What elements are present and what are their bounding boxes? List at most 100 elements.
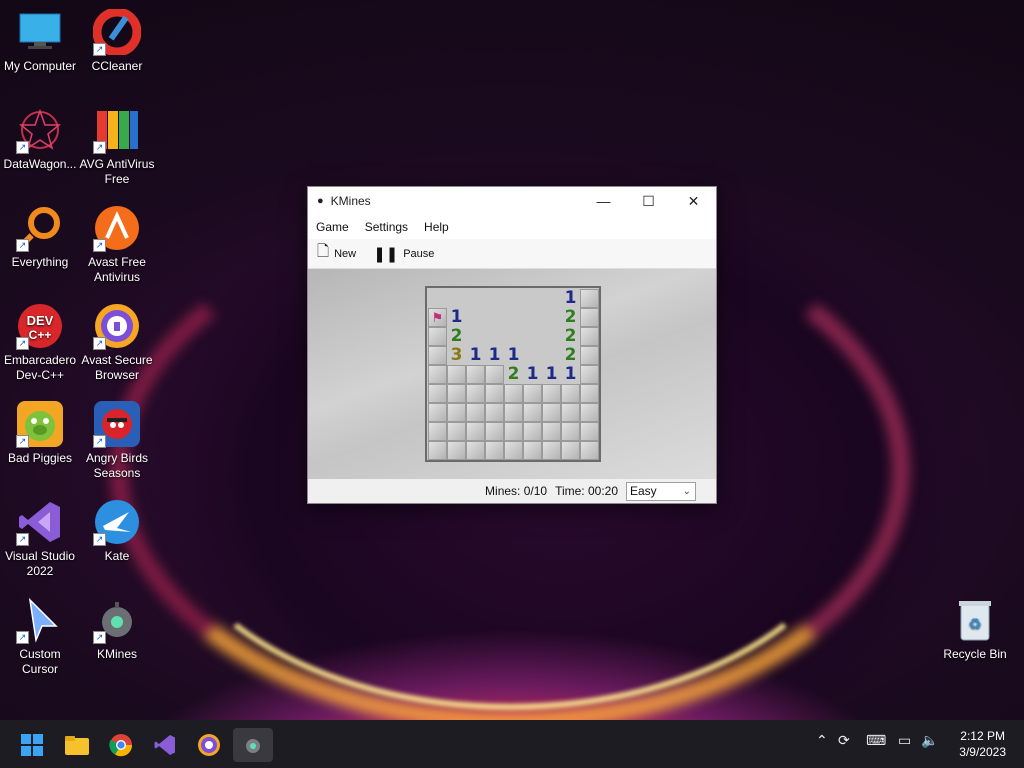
mine-cell-covered[interactable] bbox=[504, 422, 523, 441]
mine-cell-empty[interactable] bbox=[523, 308, 542, 327]
desktop-icon-kmines[interactable]: ↗ KMines bbox=[77, 596, 157, 686]
taskbar-chrome[interactable] bbox=[101, 728, 141, 762]
mine-cell-number[interactable]: 2 bbox=[561, 308, 580, 327]
mine-cell-covered[interactable] bbox=[580, 441, 599, 460]
mine-cell-number[interactable]: 3 bbox=[447, 346, 466, 365]
mine-cell-covered[interactable] bbox=[485, 422, 504, 441]
close-button[interactable]: ✕ bbox=[671, 187, 716, 215]
mine-cell-covered[interactable] bbox=[466, 422, 485, 441]
taskbar-visual-studio[interactable] bbox=[145, 728, 185, 762]
chevron-up-icon[interactable]: ⌃ bbox=[816, 732, 828, 749]
pause-button[interactable]: ❚❚ Pause bbox=[373, 245, 434, 263]
mine-cell-covered[interactable] bbox=[466, 365, 485, 384]
mine-cell-empty[interactable] bbox=[466, 289, 485, 308]
mine-cell-empty[interactable] bbox=[466, 308, 485, 327]
mine-cell-covered[interactable] bbox=[561, 403, 580, 422]
mine-cell-covered[interactable] bbox=[428, 327, 447, 346]
mine-cell-covered[interactable] bbox=[580, 384, 599, 403]
mine-cell-empty[interactable] bbox=[523, 346, 542, 365]
mine-cell-covered[interactable] bbox=[428, 441, 447, 460]
mine-cell-empty[interactable] bbox=[523, 327, 542, 346]
mine-cell-covered[interactable] bbox=[523, 422, 542, 441]
desktop-icon-datawagon[interactable]: ↗ DataWagon... bbox=[0, 106, 80, 196]
desktop-icon-angry-birds[interactable]: ↗ Angry Birds Seasons bbox=[77, 400, 157, 490]
mine-cell-covered[interactable] bbox=[504, 441, 523, 460]
new-game-button[interactable]: 🗋 New bbox=[317, 241, 356, 266]
mine-cell-covered[interactable] bbox=[504, 384, 523, 403]
mine-cell-flagged[interactable]: ⚑ bbox=[428, 308, 447, 327]
maximize-button[interactable]: ☐ bbox=[626, 187, 671, 215]
minimize-button[interactable]: — bbox=[581, 187, 626, 215]
mine-cell-number[interactable]: 2 bbox=[561, 346, 580, 365]
start-button[interactable] bbox=[12, 728, 52, 762]
mine-cell-covered[interactable] bbox=[523, 403, 542, 422]
network-icon[interactable]: ▭ bbox=[898, 732, 911, 749]
taskbar-kmines[interactable] bbox=[233, 728, 273, 762]
mine-cell-number[interactable]: 1 bbox=[485, 346, 504, 365]
mine-cell-number[interactable]: 2 bbox=[447, 327, 466, 346]
mine-cell-empty[interactable] bbox=[504, 289, 523, 308]
mine-cell-number[interactable]: 2 bbox=[504, 365, 523, 384]
desktop-icon-visual-studio[interactable]: ↗ Visual Studio 2022 bbox=[0, 498, 80, 588]
mine-cell-covered[interactable] bbox=[485, 441, 504, 460]
mine-cell-covered[interactable] bbox=[561, 422, 580, 441]
mine-cell-empty[interactable] bbox=[428, 289, 447, 308]
difficulty-select[interactable]: Easy ⌄ bbox=[626, 481, 696, 501]
taskbar-avast-browser[interactable] bbox=[189, 728, 229, 762]
mine-cell-covered[interactable] bbox=[580, 289, 599, 308]
mine-cell-covered[interactable] bbox=[447, 441, 466, 460]
desktop-icon-kate[interactable]: ↗ Kate bbox=[77, 498, 157, 588]
mine-cell-empty[interactable] bbox=[542, 327, 561, 346]
mine-cell-covered[interactable] bbox=[542, 403, 561, 422]
mine-cell-empty[interactable] bbox=[542, 308, 561, 327]
taskbar-file-explorer[interactable] bbox=[57, 728, 97, 762]
mine-cell-empty[interactable] bbox=[504, 327, 523, 346]
mine-cell-covered[interactable] bbox=[466, 384, 485, 403]
mine-cell-covered[interactable] bbox=[485, 365, 504, 384]
desktop-icon-custom-cursor[interactable]: ↗ Custom Cursor bbox=[0, 596, 80, 686]
mine-cell-covered[interactable] bbox=[428, 422, 447, 441]
desktop-icon-my-computer[interactable]: My Computer bbox=[0, 8, 80, 98]
mine-cell-covered[interactable] bbox=[447, 365, 466, 384]
menu-game[interactable]: Game bbox=[308, 220, 357, 234]
mine-cell-covered[interactable] bbox=[428, 365, 447, 384]
window-titlebar[interactable]: ● KMines — ☐ ✕ bbox=[308, 187, 716, 215]
mine-cell-covered[interactable] bbox=[504, 403, 523, 422]
mine-cell-covered[interactable] bbox=[466, 441, 485, 460]
mine-cell-number[interactable]: 1 bbox=[466, 346, 485, 365]
mine-cell-covered[interactable] bbox=[428, 403, 447, 422]
mine-cell-covered[interactable] bbox=[561, 384, 580, 403]
mine-cell-number[interactable]: 1 bbox=[542, 365, 561, 384]
mine-cell-empty[interactable] bbox=[485, 289, 504, 308]
mine-cell-covered[interactable] bbox=[542, 422, 561, 441]
mine-cell-covered[interactable] bbox=[447, 422, 466, 441]
mine-cell-empty[interactable] bbox=[447, 289, 466, 308]
mine-cell-covered[interactable] bbox=[466, 403, 485, 422]
mine-cell-number[interactable]: 1 bbox=[523, 365, 542, 384]
mine-cell-empty[interactable] bbox=[485, 327, 504, 346]
mine-cell-number[interactable]: 1 bbox=[504, 346, 523, 365]
mine-cell-covered[interactable] bbox=[523, 441, 542, 460]
desktop-icon-avast[interactable]: ↗ Avast Free Antivirus bbox=[77, 204, 157, 294]
minefield[interactable]: 1 ⚑ 1 2 2 2 3 1 1 1 2 2 1 1 1 bbox=[425, 286, 601, 462]
mine-cell-number[interactable]: 1 bbox=[561, 365, 580, 384]
desktop-icon-avg[interactable]: ↗ AVG AntiVirus Free bbox=[77, 106, 157, 196]
mine-cell-covered[interactable] bbox=[542, 441, 561, 460]
desktop-icon-devcpp[interactable]: DEV C++ ↗ Embarcadero Dev-C++ bbox=[0, 302, 80, 392]
mine-cell-empty[interactable] bbox=[466, 327, 485, 346]
desktop-icon-recycle-bin[interactable]: ♻ Recycle Bin bbox=[935, 596, 1015, 686]
mine-cell-covered[interactable] bbox=[580, 346, 599, 365]
mine-cell-covered[interactable] bbox=[580, 327, 599, 346]
mine-cell-covered[interactable] bbox=[428, 346, 447, 365]
mine-cell-covered[interactable] bbox=[561, 441, 580, 460]
mine-cell-number[interactable]: 1 bbox=[447, 308, 466, 327]
menu-settings[interactable]: Settings bbox=[357, 220, 416, 234]
mine-cell-empty[interactable] bbox=[504, 308, 523, 327]
mine-cell-covered[interactable] bbox=[447, 384, 466, 403]
menu-help[interactable]: Help bbox=[416, 220, 457, 234]
mine-cell-covered[interactable] bbox=[428, 384, 447, 403]
desktop-icon-bad-piggies[interactable]: ↗ Bad Piggies bbox=[0, 400, 80, 490]
mine-cell-covered[interactable] bbox=[523, 384, 542, 403]
mine-cell-covered[interactable] bbox=[542, 384, 561, 403]
mine-cell-empty[interactable] bbox=[542, 289, 561, 308]
